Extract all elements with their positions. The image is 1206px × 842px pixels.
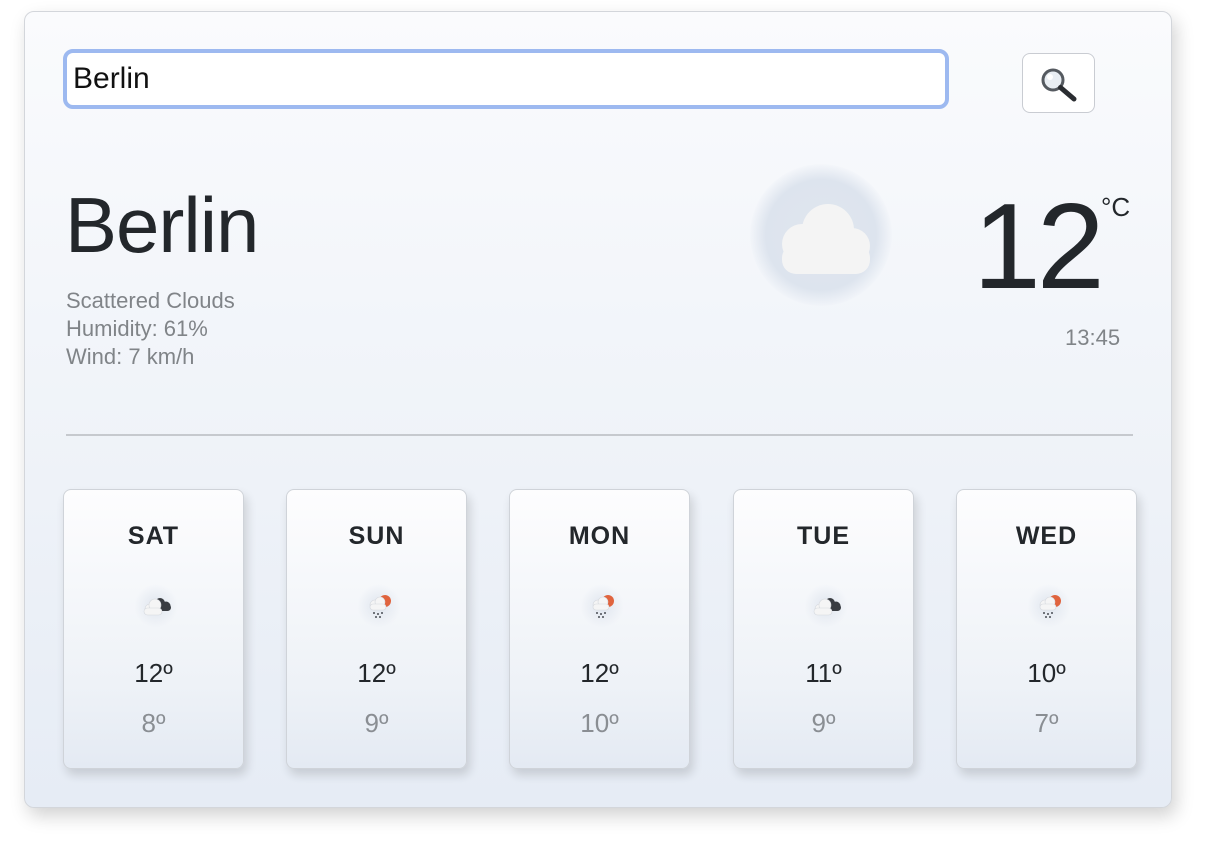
rain-sun-icon: [369, 595, 391, 618]
forecast-card-mon: MON 12º 10º: [509, 489, 690, 769]
forecast-low: 9º: [811, 708, 836, 738]
forecast-high: 12º: [357, 658, 396, 688]
forecast-high: 11º: [805, 658, 842, 688]
divider: [66, 434, 1133, 436]
wind-value: Wind: 7 km/h: [66, 344, 195, 369]
current-time: 13:45: [1065, 325, 1121, 350]
city-name: Berlin: [65, 181, 259, 269]
forecast-icon: [1027, 584, 1071, 628]
search-input[interactable]: [63, 49, 949, 109]
forecast-low: 10º: [580, 708, 619, 738]
humidity-value: Humidity: 61%: [66, 316, 208, 341]
partly-cloudy-icon: [143, 598, 171, 616]
forecast-icon: [134, 584, 178, 628]
forecast-icon: [357, 584, 401, 628]
forecast-card-sat: SAT 12º 8º: [63, 489, 244, 769]
temperature-unit: °C: [1101, 192, 1131, 222]
weather-widget: Berlin Scattered Clouds Humidity: 61% Wi…: [24, 11, 1172, 808]
forecast-card-tue: TUE 11º 9º: [733, 489, 914, 769]
search-icon: [1041, 68, 1077, 102]
forecast-day: TUE: [797, 522, 850, 550]
cloud-icon: [782, 204, 870, 274]
forecast-high: 10º: [1027, 658, 1066, 688]
forecast-low: 8º: [141, 708, 166, 738]
forecast-icon: [804, 584, 848, 628]
forecast-high: 12º: [134, 658, 173, 688]
forecast-day: SUN: [348, 522, 405, 550]
search-button[interactable]: [1022, 53, 1095, 113]
weather-details: Scattered Clouds Humidity: 61% Wind: 7 k…: [66, 287, 235, 371]
current-weather-icon: [750, 164, 892, 306]
forecast-card-wed: WED 10º 7º: [956, 489, 1137, 769]
rain-sun-icon: [1039, 595, 1061, 618]
forecast-icon: [580, 584, 624, 628]
current-temperature: 12: [973, 178, 1105, 314]
forecast-day: WED: [1015, 522, 1078, 550]
forecast-day: MON: [568, 522, 631, 550]
forecast-low: 9º: [364, 708, 389, 738]
forecast-low: 7º: [1034, 708, 1059, 738]
weather-description: Scattered Clouds: [66, 288, 235, 313]
partly-cloudy-icon: [813, 598, 841, 616]
forecast-card-sun: SUN 12º 9º: [286, 489, 467, 769]
forecast-day: SAT: [127, 522, 180, 550]
forecast-high: 12º: [580, 658, 619, 688]
rain-sun-icon: [592, 595, 614, 618]
